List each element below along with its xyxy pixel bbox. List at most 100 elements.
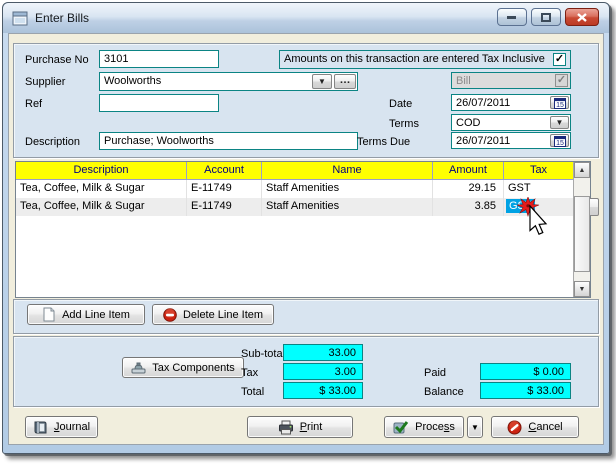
cell-tax[interactable]: GST [504,180,573,198]
date-value: 26/07/2011 [456,97,510,109]
cancel-icon [507,420,522,435]
terms-label: Terms [389,118,419,130]
no-entry-icon [163,308,177,322]
description-input[interactable]: Purchase; Woolworths [99,132,358,150]
journal-book-icon [33,420,48,435]
tax-value: 3.00 [283,363,363,380]
chevron-down-icon: ▼ [556,118,564,127]
cell-description[interactable]: Tea, Coffee, Milk & Sugar [16,198,187,216]
column-header-name[interactable]: Name [262,162,433,180]
process-button[interactable]: Process [384,416,464,438]
cell-account[interactable]: E-11749 [187,180,262,198]
total-label: Total [241,386,264,398]
terms-combo[interactable]: COD ▼ [451,114,571,131]
ref-label: Ref [25,98,42,110]
add-line-item-label: Add Line Item [62,309,130,321]
terms-due-value: 26/07/2011 [456,135,510,147]
calendar-icon: 15 [554,135,566,147]
minimize-button[interactable] [497,8,527,26]
cell-account[interactable]: E-11749 [187,198,262,216]
ref-input[interactable] [99,94,219,112]
page-icon [42,307,56,322]
column-header-amount[interactable]: Amount [433,162,504,180]
delete-line-item-button[interactable]: Delete Line Item [152,304,274,325]
paid-value: $ 0.00 [480,363,571,380]
tax-selected-value[interactable]: GST [506,199,535,213]
column-header-description[interactable]: Description [16,162,187,180]
scroll-up-icon: ▲ [579,167,586,174]
enter-bills-window: Enter Bills Purchase No 3101 Amounts on … [2,2,610,454]
add-line-item-button[interactable]: Add Line Item [27,304,145,325]
window-title: Enter Bills [35,11,89,25]
table-scrollbar[interactable]: ▲ ▼ [573,162,590,297]
process-check-icon [393,420,409,434]
svg-text:15: 15 [556,140,564,147]
title-bar[interactable]: Enter Bills [3,3,609,33]
cell-name[interactable]: Staff Amenities [262,198,433,216]
tax-components-label: Tax Components [152,362,235,374]
total-value: $ 33.00 [283,382,363,399]
scroll-up-button[interactable]: ▲ [574,162,590,178]
date-field[interactable]: 26/07/2011 15 [451,94,571,111]
close-button[interactable] [565,8,599,26]
scrollbar-thumb[interactable] [574,196,590,272]
journal-button[interactable]: Journal [25,416,98,438]
tax-inclusive-box: Amounts on this transaction are entered … [279,50,571,69]
column-header-account[interactable]: Account [187,162,262,180]
check-icon: ✓ [555,54,564,65]
supplier-dropdown-button[interactable]: ▼ [312,74,332,89]
date-calendar-button[interactable]: 15 [550,96,569,109]
terms-dropdown-button[interactable]: ▼ [550,116,569,129]
purchase-no-label: Purchase No [25,54,89,66]
bill-checkbox: ✓ [555,74,568,87]
print-label: Print [300,421,323,433]
table-row[interactable]: Tea, Coffee, Milk & Sugar E-11749 Staff … [16,198,590,216]
check-icon: ✓ [557,75,566,86]
supplier-browse-button[interactable]: … [334,74,356,89]
journal-label: Journal [54,421,90,433]
tax-label: Tax [241,367,258,379]
supplier-value: Woolworths [104,75,161,87]
balance-label: Balance [424,386,464,398]
bill-type-value: Bill [456,75,471,87]
chevron-down-icon: ▼ [471,423,479,432]
table-row[interactable]: Tea, Coffee, Milk & Sugar E-11749 Staff … [16,180,590,198]
bill-type-field: Bill [451,72,571,89]
tax-inclusive-checkbox[interactable]: ✓ [553,53,566,66]
delete-line-item-label: Delete Line Item [183,309,263,321]
cancel-button[interactable]: Cancel [491,416,579,438]
process-dropdown-button[interactable]: ▼ [467,416,483,438]
supplier-label: Supplier [25,76,65,88]
paid-label: Paid [424,367,446,379]
terms-due-label: Terms Due [357,136,410,148]
stamp-icon [131,362,146,374]
supplier-combo[interactable]: Woolworths ▼ … [99,72,358,91]
subtotal-label: Sub-total [241,348,285,360]
terms-due-calendar-button[interactable]: 15 [550,134,569,147]
scroll-down-icon: ▼ [579,286,586,293]
terms-value: COD [456,117,480,129]
maximize-button[interactable] [531,8,561,26]
description-label: Description [25,136,80,148]
cell-tax-selected[interactable]: GST ▼ [504,198,573,216]
scroll-down-button[interactable]: ▼ [574,281,590,297]
print-button[interactable]: Print [247,416,353,438]
ellipsis-icon: … [340,74,351,86]
tax-inclusive-label: Amounts on this transaction are entered … [284,53,545,65]
screen: Enter Bills Purchase No 3101 Amounts on … [0,0,616,468]
table-header-row: Description Account Name Amount Tax [16,162,590,180]
purchase-no-input[interactable]: 3101 [99,50,219,68]
cancel-label: Cancel [528,421,562,433]
cell-amount[interactable]: 29.15 [433,180,504,198]
column-header-tax[interactable]: Tax [504,162,573,180]
cell-amount[interactable]: 3.85 [433,198,504,216]
cell-name[interactable]: Staff Amenities [262,180,433,198]
window-icon [12,11,28,26]
calendar-icon: 15 [554,97,566,109]
cell-description[interactable]: Tea, Coffee, Milk & Sugar [16,180,187,198]
balance-value: $ 33.00 [480,382,571,399]
tax-components-button[interactable]: Tax Components [122,357,244,378]
chevron-down-icon: ▼ [318,77,326,86]
terms-due-field[interactable]: 26/07/2011 15 [451,132,571,149]
svg-text:15: 15 [556,102,564,109]
